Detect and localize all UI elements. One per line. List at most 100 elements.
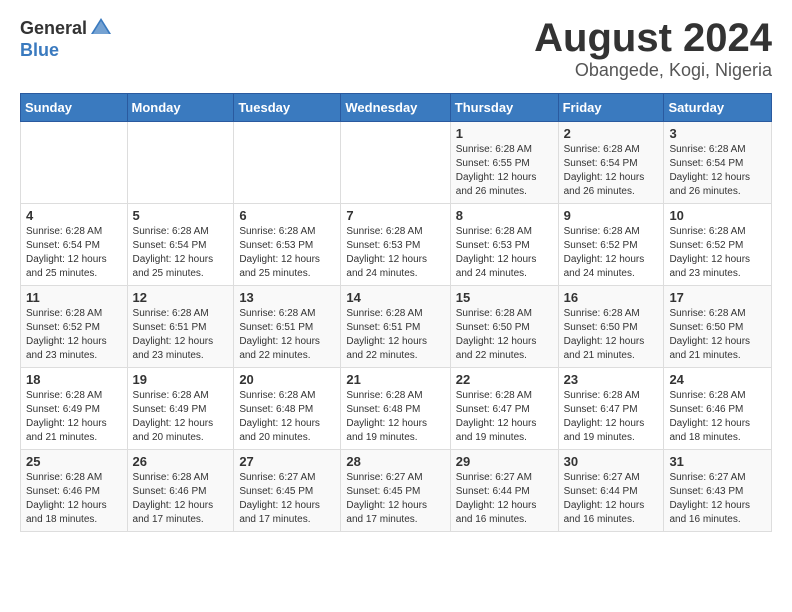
day-number: 4 <box>26 208 122 223</box>
calendar-cell: 15Sunrise: 6:28 AM Sunset: 6:50 PM Dayli… <box>450 286 558 368</box>
day-info: Sunrise: 6:28 AM Sunset: 6:51 PM Dayligh… <box>346 307 444 363</box>
day-number: 2 <box>564 126 659 141</box>
day-info: Sunrise: 6:27 AM Sunset: 6:43 PM Dayligh… <box>669 471 766 527</box>
header: General Blue August 2024 Obangede, Kogi,… <box>20 16 772 81</box>
location: Obangede, Kogi, Nigeria <box>534 60 772 81</box>
day-info: Sunrise: 6:28 AM Sunset: 6:46 PM Dayligh… <box>26 471 122 527</box>
calendar-cell: 8 Sunrise: 6:28 AM Sunset: 6:53 PM Daylig… <box>450 204 558 286</box>
logo: General Blue <box>20 16 113 61</box>
calendar-cell: 10Sunrise: 6:28 AM Sunset: 6:52 PM Dayli… <box>664 204 772 286</box>
day-number: 28 <box>346 454 444 469</box>
calendar-header-row: SundayMondayTuesdayWednesdayThursdayFrid… <box>21 94 772 122</box>
calendar-cell: 17Sunrise: 6:28 AM Sunset: 6:50 PM Dayli… <box>664 286 772 368</box>
day-info: Sunrise: 6:28 AM Sunset: 6:54 PM Dayligh… <box>133 225 229 281</box>
day-number: 1 <box>456 126 553 141</box>
day-number: 17 <box>669 290 766 305</box>
day-info: Sunrise: 6:28 AM Sunset: 6:53 PM Dayligh… <box>456 225 553 281</box>
calendar-cell: 14 Sunrise: 6:28 AM Sunset: 6:51 PM Dayli… <box>341 286 450 368</box>
calendar-cell: 26 Sunrise: 6:28 AM Sunset: 6:46 PM Dayli… <box>127 450 234 532</box>
calendar-cell: 4 Sunrise: 6:28 AM Sunset: 6:54 PM Daylig… <box>21 204 128 286</box>
calendar-cell: 6 Sunrise: 6:28 AM Sunset: 6:53 PM Daylig… <box>234 204 341 286</box>
day-info: Sunrise: 6:28 AM Sunset: 6:50 PM Dayligh… <box>456 307 553 363</box>
day-info: Sunrise: 6:27 AM Sunset: 6:44 PM Dayligh… <box>456 471 553 527</box>
day-info: Sunrise: 6:28 AM Sunset: 6:50 PM Dayligh… <box>564 307 659 363</box>
calendar-cell <box>341 122 450 204</box>
calendar-cell: 20 Sunrise: 6:28 AM Sunset: 6:48 PM Dayli… <box>234 368 341 450</box>
day-number: 22 <box>456 372 553 387</box>
day-info: Sunrise: 6:28 AM Sunset: 6:55 PM Dayligh… <box>456 143 553 199</box>
day-info: Sunrise: 6:27 AM Sunset: 6:44 PM Dayligh… <box>564 471 659 527</box>
calendar-cell: 9 Sunrise: 6:28 AM Sunset: 6:52 PM Daylig… <box>558 204 664 286</box>
day-info: Sunrise: 6:27 AM Sunset: 6:45 PM Dayligh… <box>346 471 444 527</box>
day-info: Sunrise: 6:28 AM Sunset: 6:49 PM Dayligh… <box>26 389 122 445</box>
calendar-cell: 28 Sunrise: 6:27 AM Sunset: 6:45 PM Dayli… <box>341 450 450 532</box>
day-info: Sunrise: 6:28 AM Sunset: 6:46 PM Dayligh… <box>133 471 229 527</box>
day-number: 14 <box>346 290 444 305</box>
day-number: 11 <box>26 290 122 305</box>
calendar-cell: 29 Sunrise: 6:27 AM Sunset: 6:44 PM Dayli… <box>450 450 558 532</box>
header-day-saturday: Saturday <box>664 94 772 122</box>
day-info: Sunrise: 6:28 AM Sunset: 6:54 PM Dayligh… <box>26 225 122 281</box>
header-day-tuesday: Tuesday <box>234 94 341 122</box>
day-number: 25 <box>26 454 122 469</box>
day-info: Sunrise: 6:28 AM Sunset: 6:49 PM Dayligh… <box>133 389 229 445</box>
day-number: 9 <box>564 208 659 223</box>
day-number: 30 <box>564 454 659 469</box>
day-number: 20 <box>239 372 335 387</box>
logo-general-text: General <box>20 18 87 39</box>
header-day-friday: Friday <box>558 94 664 122</box>
day-info: Sunrise: 6:28 AM Sunset: 6:48 PM Dayligh… <box>239 389 335 445</box>
calendar-cell: 5Sunrise: 6:28 AM Sunset: 6:54 PM Daylig… <box>127 204 234 286</box>
day-info: Sunrise: 6:28 AM Sunset: 6:47 PM Dayligh… <box>456 389 553 445</box>
day-info: Sunrise: 6:28 AM Sunset: 6:53 PM Dayligh… <box>239 225 335 281</box>
calendar-cell: 12 Sunrise: 6:28 AM Sunset: 6:51 PM Dayli… <box>127 286 234 368</box>
logo-text: General <box>20 16 113 40</box>
calendar-cell: 11 Sunrise: 6:28 AM Sunset: 6:52 PM Dayli… <box>21 286 128 368</box>
calendar-cell: 25 Sunrise: 6:28 AM Sunset: 6:46 PM Dayli… <box>21 450 128 532</box>
day-number: 21 <box>346 372 444 387</box>
day-info: Sunrise: 6:28 AM Sunset: 6:52 PM Dayligh… <box>669 225 766 281</box>
calendar-cell: 27Sunrise: 6:27 AM Sunset: 6:45 PM Dayli… <box>234 450 341 532</box>
calendar-cell: 13Sunrise: 6:28 AM Sunset: 6:51 PM Dayli… <box>234 286 341 368</box>
header-day-monday: Monday <box>127 94 234 122</box>
calendar-cell: 1 Sunrise: 6:28 AM Sunset: 6:55 PM Daylig… <box>450 122 558 204</box>
day-info: Sunrise: 6:28 AM Sunset: 6:53 PM Dayligh… <box>346 225 444 281</box>
month-title: August 2024 <box>534 16 772 60</box>
day-info: Sunrise: 6:28 AM Sunset: 6:51 PM Dayligh… <box>133 307 229 363</box>
logo-icon <box>89 16 113 40</box>
day-number: 18 <box>26 372 122 387</box>
calendar-cell: 3Sunrise: 6:28 AM Sunset: 6:54 PM Daylig… <box>664 122 772 204</box>
calendar-cell: 2 Sunrise: 6:28 AM Sunset: 6:54 PM Daylig… <box>558 122 664 204</box>
calendar-cell <box>127 122 234 204</box>
day-info: Sunrise: 6:28 AM Sunset: 6:51 PM Dayligh… <box>239 307 335 363</box>
day-info: Sunrise: 6:28 AM Sunset: 6:46 PM Dayligh… <box>669 389 766 445</box>
day-number: 7 <box>346 208 444 223</box>
day-number: 8 <box>456 208 553 223</box>
day-number: 31 <box>669 454 766 469</box>
day-number: 16 <box>564 290 659 305</box>
calendar-cell: 31 Sunrise: 6:27 AM Sunset: 6:43 PM Dayli… <box>664 450 772 532</box>
calendar-cell: 21 Sunrise: 6:28 AM Sunset: 6:48 PM Dayli… <box>341 368 450 450</box>
calendar-week-row: 11 Sunrise: 6:28 AM Sunset: 6:52 PM Dayli… <box>21 286 772 368</box>
title-block: August 2024 Obangede, Kogi, Nigeria <box>534 16 772 81</box>
calendar-week-row: 1 Sunrise: 6:28 AM Sunset: 6:55 PM Daylig… <box>21 122 772 204</box>
day-number: 29 <box>456 454 553 469</box>
calendar-table: SundayMondayTuesdayWednesdayThursdayFrid… <box>20 93 772 532</box>
day-info: Sunrise: 6:28 AM Sunset: 6:52 PM Dayligh… <box>564 225 659 281</box>
logo-blue-text: Blue <box>20 40 113 61</box>
calendar-cell: 24Sunrise: 6:28 AM Sunset: 6:46 PM Dayli… <box>664 368 772 450</box>
calendar-cell: 22 Sunrise: 6:28 AM Sunset: 6:47 PM Dayli… <box>450 368 558 450</box>
day-info: Sunrise: 6:28 AM Sunset: 6:52 PM Dayligh… <box>26 307 122 363</box>
calendar-cell <box>21 122 128 204</box>
day-number: 12 <box>133 290 229 305</box>
day-info: Sunrise: 6:28 AM Sunset: 6:48 PM Dayligh… <box>346 389 444 445</box>
day-number: 26 <box>133 454 229 469</box>
day-number: 23 <box>564 372 659 387</box>
day-number: 27 <box>239 454 335 469</box>
day-info: Sunrise: 6:28 AM Sunset: 6:54 PM Dayligh… <box>564 143 659 199</box>
header-day-wednesday: Wednesday <box>341 94 450 122</box>
day-number: 6 <box>239 208 335 223</box>
page-container: General Blue August 2024 Obangede, Kogi,… <box>0 0 792 548</box>
calendar-week-row: 25 Sunrise: 6:28 AM Sunset: 6:46 PM Dayli… <box>21 450 772 532</box>
calendar-cell: 19Sunrise: 6:28 AM Sunset: 6:49 PM Dayli… <box>127 368 234 450</box>
